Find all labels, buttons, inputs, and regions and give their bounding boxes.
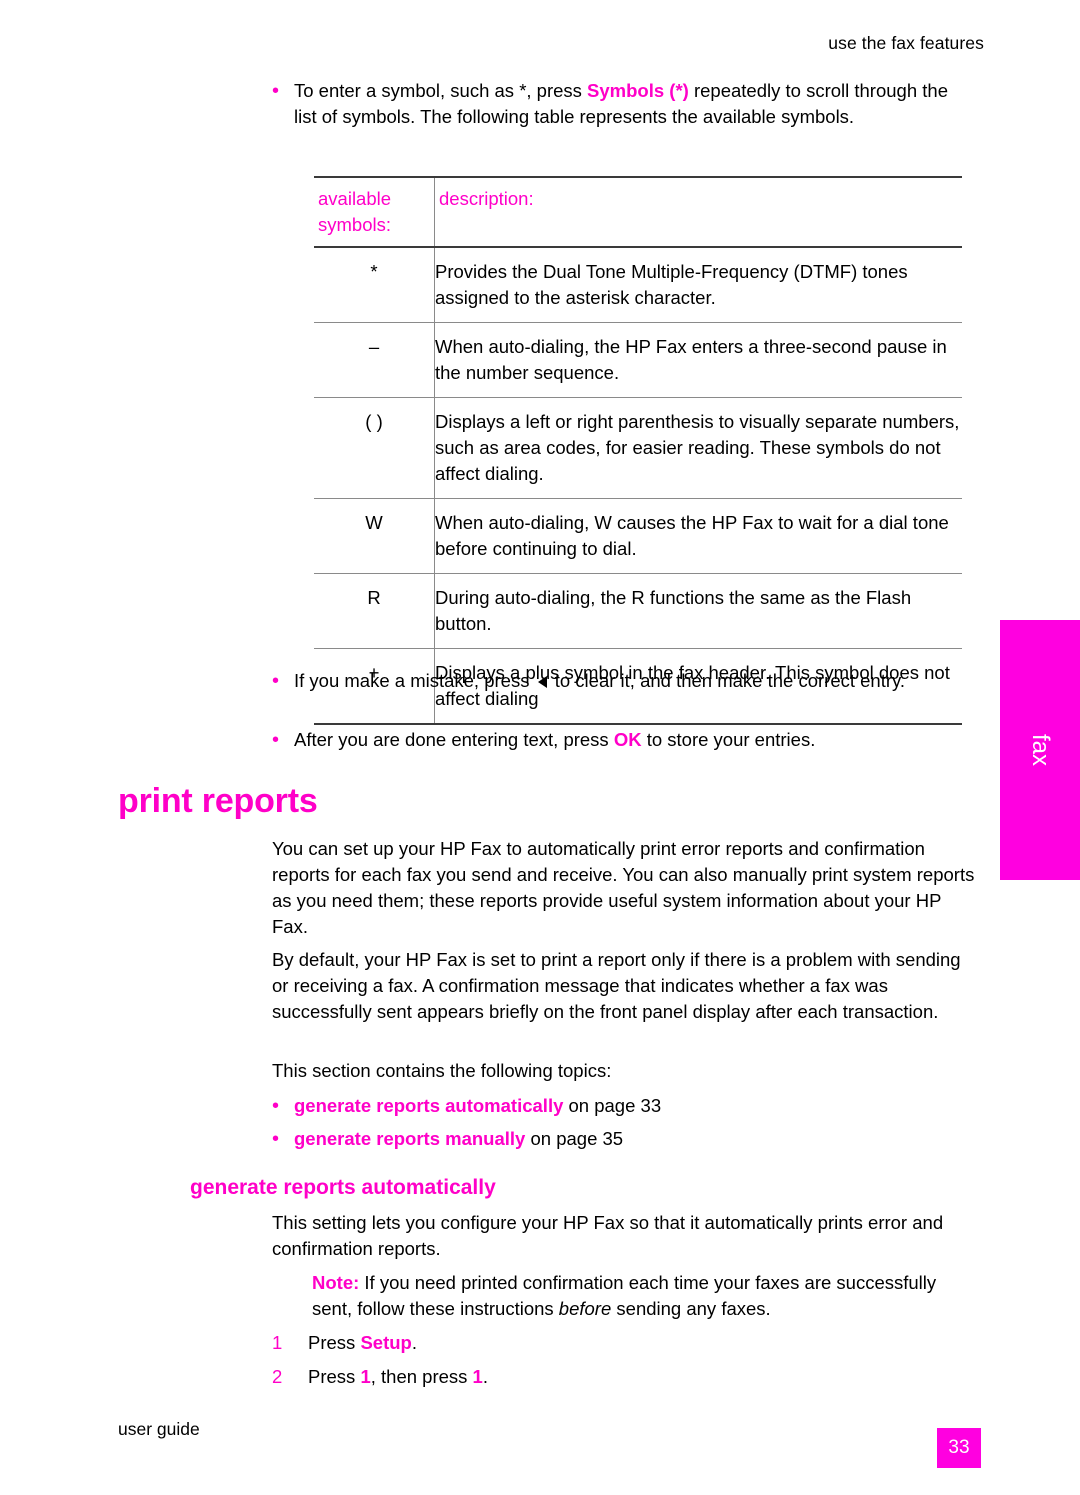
table-cell-symbol: ( ) bbox=[314, 397, 435, 499]
bullet-store-part2: to store your entries. bbox=[641, 729, 816, 750]
running-header: use the fax features bbox=[828, 33, 984, 53]
topic-link-1[interactable]: generate reports automatically on page 3… bbox=[294, 1093, 661, 1119]
step-2: 2 Press 1, then press 1. bbox=[272, 1364, 972, 1390]
bullet-marker: • bbox=[272, 729, 280, 751]
table-cell-symbol: * bbox=[314, 247, 435, 323]
symbols-table: available symbols: description: * Provid… bbox=[314, 176, 962, 725]
step-2-number: 2 bbox=[272, 1366, 283, 1387]
table-header-symbols-line2: symbols: bbox=[318, 214, 391, 235]
note-text-italic: before bbox=[558, 1298, 612, 1319]
table-cell-symbol: R bbox=[314, 573, 435, 649]
step-1: 1 Press Setup. bbox=[272, 1330, 972, 1356]
topic-link-row-1: • generate reports automatically on page… bbox=[272, 1093, 972, 1119]
bullet-clear-entry: • If you make a mistake, press to clear … bbox=[272, 668, 962, 694]
generate-auto-para1: This setting lets you configure your HP … bbox=[272, 1212, 944, 1259]
note-text-part2: sending any faxes. bbox=[611, 1298, 771, 1319]
intro-bullet: • To enter a symbol, such as *, press Sy… bbox=[272, 78, 962, 130]
topic-link-2-label[interactable]: generate reports manually bbox=[294, 1128, 525, 1149]
note-label: Note: bbox=[312, 1272, 360, 1293]
print-reports-para1: You can set up your HP Fax to automatica… bbox=[272, 838, 975, 937]
table-cell-symbol: – bbox=[314, 322, 435, 398]
side-tab-label: fax bbox=[1027, 733, 1054, 766]
step-1-post: . bbox=[411, 1332, 417, 1353]
table-row: – When auto-dialing, the HP Fax enters a… bbox=[314, 322, 962, 398]
page: use the fax features fax • To enter a sy… bbox=[0, 0, 1080, 1495]
topic-link-1-suffix: on page 33 bbox=[563, 1095, 662, 1116]
table-header-symbols: available symbols: bbox=[314, 176, 435, 248]
bullet-marker: • bbox=[272, 80, 280, 102]
setup-key-label: Setup bbox=[360, 1332, 412, 1353]
bullet-marker: • bbox=[272, 670, 280, 692]
one-key-label-2: 1 bbox=[472, 1366, 483, 1387]
table-header-row: available symbols: description: bbox=[314, 176, 962, 248]
table-cell-description: When auto-dialing, W causes the HP Fax t… bbox=[434, 498, 962, 574]
topic-link-row-2: • generate reports manually on page 35 bbox=[272, 1126, 972, 1152]
table-row: R During auto-dialing, the R functions t… bbox=[314, 573, 962, 649]
table-row: ( ) Displays a left or right parenthesis… bbox=[314, 397, 962, 499]
table-cell-description: Displays a left or right parenthesis to … bbox=[434, 397, 962, 499]
left-arrow-icon bbox=[537, 676, 547, 689]
ok-key-label: OK bbox=[613, 729, 642, 750]
bullet-marker: • bbox=[272, 1095, 280, 1117]
step-1-number: 1 bbox=[272, 1332, 283, 1353]
bullet-clear-part1: If you make a mistake, press bbox=[294, 670, 535, 691]
table-header-symbols-line1: available bbox=[318, 188, 392, 209]
bullet-store-entries-text: After you are done entering text, press … bbox=[294, 727, 815, 753]
side-tab-fax: fax bbox=[1000, 620, 1080, 880]
table-row: W When auto-dialing, W causes the HP Fax… bbox=[314, 498, 962, 574]
step-1-pre: Press bbox=[308, 1332, 361, 1353]
step-1-text: Press Setup. bbox=[308, 1330, 417, 1356]
one-key-label: 1 bbox=[360, 1366, 371, 1387]
table-header-description: description: bbox=[434, 176, 962, 248]
subsection-heading-generate-auto: generate reports automatically bbox=[190, 1176, 496, 1199]
table-cell-description: When auto-dialing, the HP Fax enters a t… bbox=[434, 322, 962, 398]
generate-auto-note: Note: If you need printed confirmation e… bbox=[312, 1270, 972, 1322]
symbols-key-star: (*) bbox=[669, 80, 689, 101]
step-2-pre: Press bbox=[308, 1366, 361, 1387]
table-cell-description: Provides the Dual Tone Multiple-Frequenc… bbox=[434, 247, 962, 323]
table-row: * Provides the Dual Tone Multiple-Freque… bbox=[314, 247, 962, 323]
page-number: 33 bbox=[937, 1428, 981, 1468]
bullet-clear-part2: to clear it, and then make the correct e… bbox=[549, 670, 906, 691]
symbols-key-label: Symbols bbox=[587, 80, 665, 101]
step-2-mid: , then press bbox=[370, 1366, 473, 1387]
section-heading-print-reports: print reports bbox=[118, 782, 318, 820]
bullet-clear-entry-text: If you make a mistake, press to clear it… bbox=[294, 668, 905, 694]
intro-bullet-text: To enter a symbol, such as *, press Symb… bbox=[294, 78, 962, 130]
topic-link-2-suffix: on page 35 bbox=[525, 1128, 624, 1149]
print-reports-para2: By default, your HP Fax is set to print … bbox=[272, 949, 961, 1022]
bullet-marker: • bbox=[272, 1128, 280, 1150]
footer-user-guide: user guide bbox=[118, 1419, 200, 1439]
bullet-store-entries: • After you are done entering text, pres… bbox=[272, 727, 962, 753]
step-2-post: . bbox=[482, 1366, 488, 1387]
table-cell-symbol: W bbox=[314, 498, 435, 574]
table-cell-description: During auto-dialing, the R functions the… bbox=[434, 573, 962, 649]
intro-bullet-part1: To enter a symbol, such as *, press bbox=[294, 80, 588, 101]
topic-link-2[interactable]: generate reports manually on page 35 bbox=[294, 1126, 623, 1152]
print-reports-para3: This section contains the following topi… bbox=[272, 1060, 612, 1081]
bullet-store-part1: After you are done entering text, press bbox=[294, 729, 614, 750]
topic-link-1-label[interactable]: generate reports automatically bbox=[294, 1095, 563, 1116]
step-2-text: Press 1, then press 1. bbox=[308, 1364, 488, 1390]
